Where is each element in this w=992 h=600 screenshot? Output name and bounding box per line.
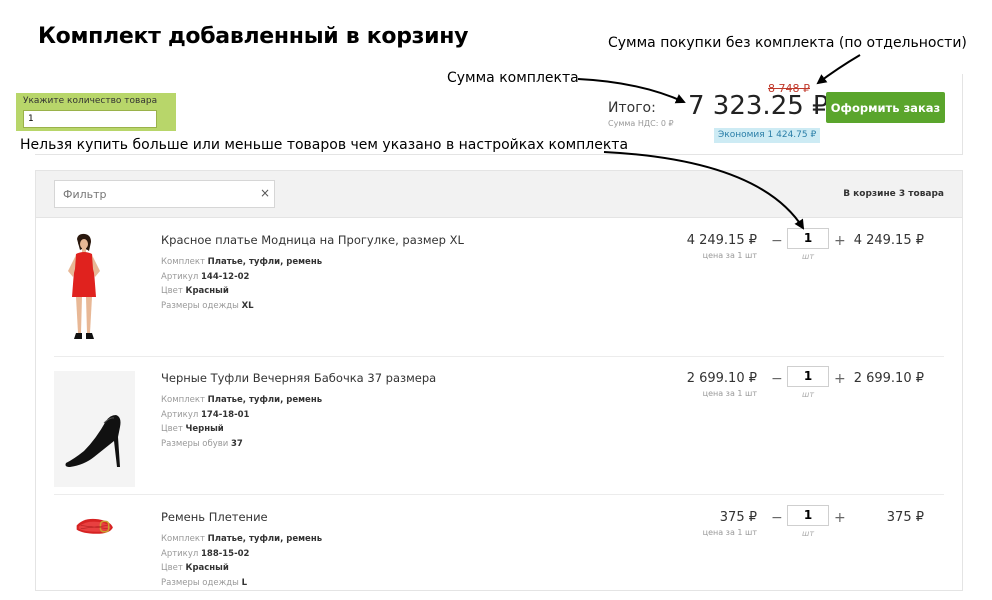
vat-label: Сумма НДС: 0 ₽	[608, 119, 674, 128]
prop-label: Размеры обуви	[161, 438, 229, 449]
item-sum: 2 699.10 ₽	[853, 371, 924, 386]
annotation-sum-without-set: Сумма покупки без комплекта (по отдельно…	[608, 35, 967, 51]
prop-label: Размеры одежды	[161, 577, 239, 588]
prop-value: 188-15-02	[201, 548, 250, 559]
prop-label: Артикул	[161, 271, 199, 282]
clear-icon[interactable]: ×	[260, 186, 270, 200]
cart-count: В корзине 3 товара	[843, 189, 944, 199]
unit-price-note: цена за 1 шт	[702, 528, 757, 537]
item-props: Комплект Платье, туфли, ремень Артикул 1…	[161, 393, 322, 451]
decrease-qty-button[interactable]: −	[771, 510, 783, 526]
prop-label: Комплект	[161, 534, 205, 544]
qty-field[interactable]: 1	[787, 505, 829, 526]
prop-label: Комплект	[161, 395, 205, 405]
unit-price-note: цена за 1 шт	[702, 251, 757, 260]
qty-unit: шт	[802, 252, 814, 261]
cart-item: Черные Туфли Вечерняя Бабочка 37 размера…	[36, 366, 962, 495]
prop-value: Платье, туфли, ремень	[207, 534, 323, 544]
cart-list: × В корзине 3 товара Красное платье Модн…	[35, 170, 963, 591]
divider	[54, 494, 944, 495]
increase-qty-button[interactable]: +	[834, 233, 846, 249]
prop-value: Черный	[185, 424, 224, 434]
cart-header: × В корзине 3 товара	[36, 171, 962, 218]
qty-field[interactable]: 1	[787, 366, 829, 387]
black-heels-image	[54, 371, 135, 487]
qty-unit: шт	[802, 529, 814, 538]
prop-label: Артикул	[161, 409, 199, 420]
unit-price: 375 ₽	[719, 510, 757, 525]
cart-item: Красное платье Модница на Прогулке, разм…	[36, 228, 962, 357]
savings-badge: Экономия 1 424.75 ₽	[714, 128, 821, 143]
prop-value: 174-18-01	[201, 409, 250, 420]
prop-value: L	[241, 577, 247, 588]
item-props: Комплект Платье, туфли, ремень Артикул 1…	[161, 532, 322, 590]
qty-setting-label: Укажите количество товара	[23, 96, 158, 106]
page-title: Комплект добавленный в корзину	[38, 24, 469, 49]
prop-value: Платье, туфли, ремень	[207, 257, 323, 267]
item-name[interactable]: Ремень Плетение	[161, 510, 268, 524]
cart-item: Ремень Плетение Комплект Платье, туфли, …	[36, 505, 962, 590]
prop-value: XL	[241, 300, 254, 311]
qty-setting-input[interactable]	[23, 110, 157, 128]
increase-qty-button[interactable]: +	[834, 510, 846, 526]
item-props: Комплект Платье, туфли, ремень Артикул 1…	[161, 255, 322, 313]
unit-price: 4 249.15 ₽	[686, 233, 757, 248]
qty-unit: шт	[802, 390, 814, 399]
item-name[interactable]: Черные Туфли Вечерняя Бабочка 37 размера	[161, 371, 436, 385]
checkout-button[interactable]: Оформить заказ	[826, 92, 945, 123]
red-dress-image	[68, 233, 100, 339]
unit-price-note: цена за 1 шт	[702, 389, 757, 398]
prop-label: Комплект	[161, 257, 205, 267]
prop-label: Цвет	[161, 424, 183, 434]
total-price: 7 323.25 ₽	[688, 91, 829, 121]
decrease-qty-button[interactable]: −	[771, 371, 783, 387]
divider	[54, 356, 944, 357]
prop-label: Артикул	[161, 548, 199, 559]
decrease-qty-button[interactable]: −	[771, 233, 783, 249]
prop-value: Красный	[185, 563, 229, 573]
increase-qty-button[interactable]: +	[834, 371, 846, 387]
prop-label: Цвет	[161, 563, 183, 573]
qty-setting-box: Укажите количество товара	[16, 93, 176, 131]
item-sum: 4 249.15 ₽	[853, 233, 924, 248]
qty-field[interactable]: 1	[787, 228, 829, 249]
prop-label: Размеры одежды	[161, 300, 239, 311]
item-name[interactable]: Красное платье Модница на Прогулке, разм…	[161, 233, 464, 247]
unit-price: 2 699.10 ₽	[686, 371, 757, 386]
prop-label: Цвет	[161, 286, 183, 296]
prop-value: Платье, туфли, ремень	[207, 395, 323, 405]
item-sum: 375 ₽	[886, 510, 924, 525]
total-label: Итого:	[608, 100, 656, 116]
red-belt-image	[76, 518, 113, 534]
filter-field: ×	[54, 180, 275, 208]
prop-value: 37	[231, 438, 243, 449]
prop-value: Красный	[185, 286, 229, 296]
prop-value: 144-12-02	[201, 271, 250, 282]
filter-input[interactable]	[55, 181, 250, 207]
